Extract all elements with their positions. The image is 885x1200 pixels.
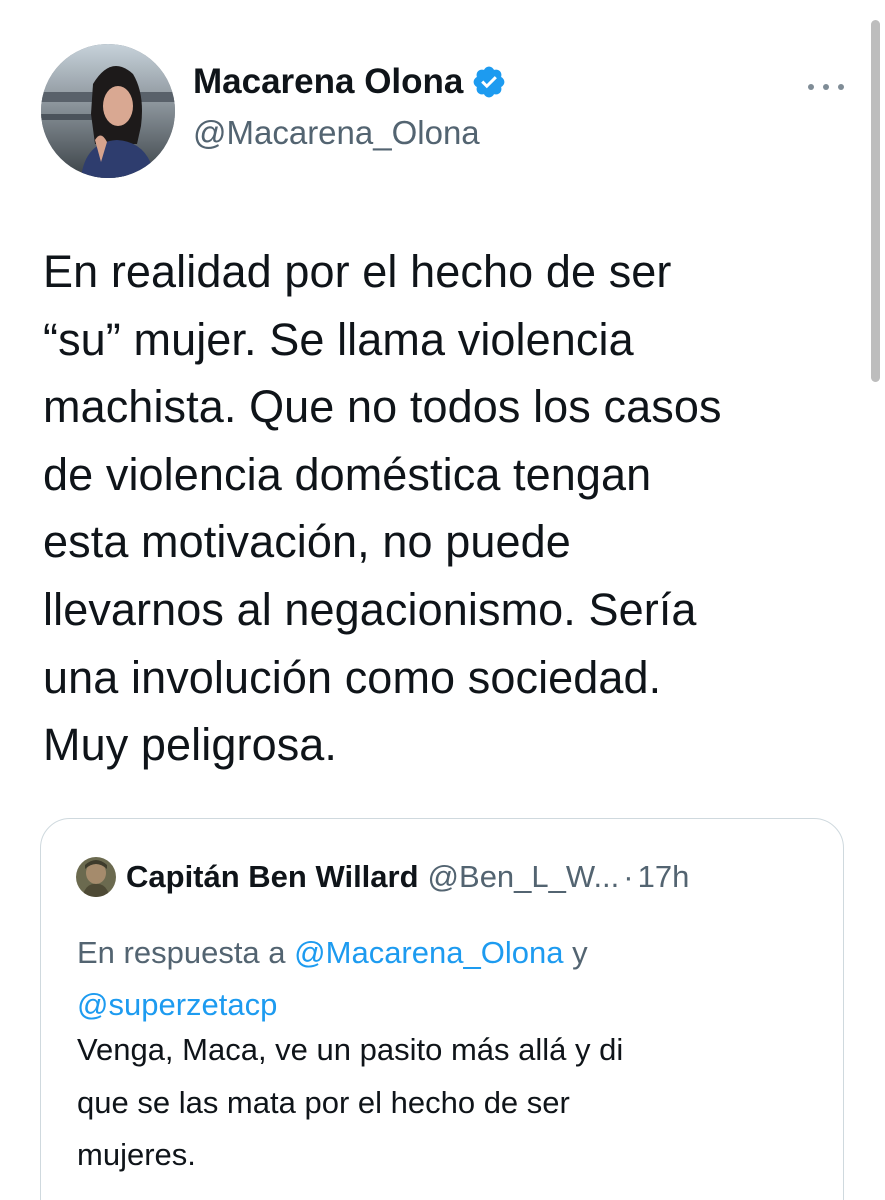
reply-context: En respuesta a @Macarena_Olona y @superz… [77, 927, 817, 1031]
reply-conjunction: y [572, 935, 588, 970]
tweet-text-line: “su” mujer. Se llama violencia [43, 313, 634, 365]
more-dot [808, 84, 814, 90]
quoted-tweet-text: Venga, Maca, ve un pasito más allá y di … [77, 1024, 817, 1182]
more-dot [838, 84, 844, 90]
tweet-text-line: de violencia doméstica tengan [43, 448, 652, 500]
reply-prefix: En respuesta a [77, 935, 286, 970]
tweet: Macarena Olona @Macarena_Olona En realid… [0, 0, 885, 1200]
tweet-text-line: una involución como sociedad. [43, 651, 662, 703]
reply-mention-link[interactable]: @Macarena_Olona [294, 935, 563, 970]
author-name-row: Macarena Olona [193, 62, 507, 102]
tweet-text-line: llevarnos al negacionismo. Sería [43, 583, 697, 635]
reply-mention-link[interactable]: @superzetacp [77, 987, 277, 1022]
tweet-text-line: Muy peligrosa. [43, 719, 338, 771]
quoted-author-handle[interactable]: @Ben_L_W... [428, 859, 620, 895]
separator-dot: · [623, 859, 634, 894]
quoted-text-line: que se las mata por el hecho de ser [77, 1084, 570, 1120]
quoted-tweet[interactable]: Capitán Ben Willard @Ben_L_W... · 17h En… [40, 818, 844, 1200]
quoted-text-line: mujeres. [77, 1137, 196, 1172]
quoted-text-line: Venga, Maca, ve un pasito más allá y di [77, 1032, 624, 1067]
quoted-timestamp[interactable]: 17h [638, 859, 690, 895]
verified-badge-icon [471, 64, 507, 100]
tweet-text-line: esta motivación, no puede [43, 516, 571, 568]
tweet-text-line: En realidad por el hecho de ser [43, 246, 672, 297]
tweet-text: En realidad por el hecho de ser “su” muj… [43, 238, 843, 779]
quoted-tweet-header: Capitán Ben Willard @Ben_L_W... · 17h [76, 857, 689, 897]
more-dot [823, 84, 829, 90]
quoted-author-avatar[interactable] [76, 857, 116, 897]
author-handle[interactable]: @Macarena_Olona [193, 114, 480, 152]
author-avatar[interactable] [41, 44, 175, 178]
quoted-author-name[interactable]: Capitán Ben Willard [126, 859, 419, 895]
tweet-text-line: machista. Que no todos los casos [43, 381, 722, 433]
more-options-icon[interactable] [808, 72, 844, 102]
author-name[interactable]: Macarena Olona [193, 62, 463, 102]
scrollbar-thumb[interactable] [871, 20, 880, 382]
